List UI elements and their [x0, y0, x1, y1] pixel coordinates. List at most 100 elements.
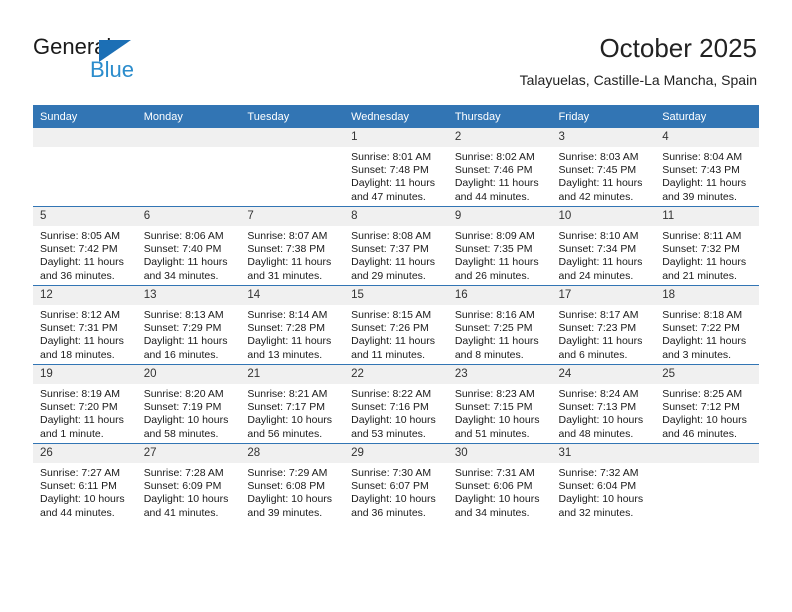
sunrise-text: Sunrise: 8:07 AM — [247, 230, 328, 242]
day-number: 29 — [344, 444, 448, 463]
calendar-day-cell[interactable]: 9 Sunrise: 8:09 AM Sunset: 7:35 PM Daylight… — [447, 206, 552, 286]
daylight-text-line2: and 44 minutes. — [454, 190, 530, 203]
calendar-day-cell[interactable]: 12 Sunrise: 8:12 AM Sunset: 7:31 PM Dayligh… — [33, 285, 137, 365]
daylight-text-line2: and 34 minutes. — [143, 269, 219, 282]
day-number: 1 — [344, 128, 448, 147]
weekday-header-thursday: Thursday — [447, 105, 552, 128]
sunrise-text: Sunrise: 8:02 AM — [454, 151, 535, 163]
sunrise-text: Sunrise: 8:15 AM — [351, 309, 432, 321]
calendar-day-cell[interactable]: 3 Sunrise: 8:03 AM Sunset: 7:45 PM Daylight… — [551, 128, 656, 207]
calendar-day-cell[interactable]: 8 Sunrise: 8:08 AM Sunset: 7:37 PM Daylight… — [344, 206, 448, 286]
calendar-day-cell[interactable]: 26 Sunrise: 7:27 AM Sunset: 6:11 PM Dayligh… — [33, 443, 137, 522]
calendar-day-cell[interactable]: 6 Sunrise: 8:06 AM Sunset: 7:40 PM Daylight… — [136, 206, 241, 286]
calendar-day-cell[interactable]: 29 Sunrise: 7:30 AM Sunset: 6:07 PM Dayligh… — [344, 443, 448, 522]
daylight-text-line1: Daylight: 11 hours — [558, 256, 643, 269]
calendar-day-cell[interactable]: 14 Sunrise: 8:14 AM Sunset: 7:28 PM Dayligh… — [240, 285, 345, 365]
day-number: 26 — [33, 444, 137, 463]
day-number: 20 — [136, 365, 241, 384]
calendar-day-cell[interactable]: 27 Sunrise: 7:28 AM Sunset: 6:09 PM Dayligh… — [136, 443, 241, 522]
daylight-text-line2: and 39 minutes. — [662, 190, 737, 203]
calendar-week-row: 12 Sunrise: 8:12 AM Sunset: 7:31 PM Dayligh… — [33, 285, 759, 365]
day-details: Sunrise: 8:20 AM Sunset: 7:19 PM Daylight:… — [137, 384, 241, 441]
day-number: 8 — [344, 207, 448, 226]
calendar-day-cell-empty — [240, 128, 345, 207]
day-number: 24 — [551, 365, 656, 384]
day-details: Sunrise: 8:24 AM Sunset: 7:13 PM Daylight:… — [552, 384, 656, 441]
daylight-text-line1: Daylight: 10 hours — [247, 414, 333, 427]
daylight-text-line1: Daylight: 10 hours — [247, 493, 333, 506]
daylight-text-line2: and 32 minutes. — [558, 506, 634, 519]
day-number: 10 — [551, 207, 656, 226]
day-number: 3 — [551, 128, 656, 147]
day-details: Sunrise: 8:08 AM Sunset: 7:37 PM Daylight:… — [344, 226, 448, 283]
day-number — [655, 444, 759, 463]
day-number: 4 — [655, 128, 759, 147]
daylight-text-line1: Daylight: 10 hours — [351, 493, 436, 506]
calendar-day-cell[interactable]: 15 Sunrise: 8:15 AM Sunset: 7:26 PM Dayligh… — [344, 285, 448, 365]
calendar-day-cell[interactable]: 25 Sunrise: 8:25 AM Sunset: 7:12 PM Dayligh… — [655, 364, 759, 444]
day-details: Sunrise: 7:29 AM Sunset: 6:08 PM Daylight:… — [240, 463, 344, 520]
daylight-text-line2: and 56 minutes. — [247, 427, 323, 440]
day-number — [240, 128, 345, 147]
day-number — [33, 128, 137, 147]
sunset-text: Sunset: 7:35 PM — [454, 243, 533, 256]
calendar-day-cell[interactable]: 18 Sunrise: 8:18 AM Sunset: 7:22 PM Dayligh… — [655, 285, 759, 365]
calendar-day-cell[interactable]: 16 Sunrise: 8:16 AM Sunset: 7:25 PM Dayligh… — [447, 285, 552, 365]
day-number: 2 — [447, 128, 552, 147]
calendar-day-cell[interactable]: 7 Sunrise: 8:07 AM Sunset: 7:38 PM Daylight… — [240, 206, 345, 286]
sunrise-text: Sunrise: 8:10 AM — [558, 230, 639, 242]
calendar-day-cell[interactable]: 22 Sunrise: 8:22 AM Sunset: 7:16 PM Dayligh… — [344, 364, 448, 444]
day-details: Sunrise: 8:22 AM Sunset: 7:16 PM Daylight:… — [344, 384, 448, 441]
weekday-header-monday: Monday — [136, 105, 241, 128]
daylight-text-line2: and 24 minutes. — [558, 269, 634, 282]
calendar-day-cell[interactable]: 24 Sunrise: 8:24 AM Sunset: 7:13 PM Dayligh… — [551, 364, 656, 444]
calendar-week-row: 26 Sunrise: 7:27 AM Sunset: 6:11 PM Dayligh… — [33, 443, 759, 522]
calendar-day-cell[interactable]: 2 Sunrise: 8:02 AM Sunset: 7:46 PM Daylight… — [447, 128, 552, 207]
calendar-day-cell[interactable]: 5 Sunrise: 8:05 AM Sunset: 7:42 PM Daylight… — [33, 206, 137, 286]
sunset-text: Sunset: 7:22 PM — [662, 322, 740, 335]
weekday-header-saturday: Saturday — [655, 105, 759, 128]
calendar-day-cell[interactable]: 4 Sunrise: 8:04 AM Sunset: 7:43 PM Daylight… — [655, 128, 759, 207]
calendar-day-cell[interactable]: 10 Sunrise: 8:10 AM Sunset: 7:34 PM Dayligh… — [551, 206, 656, 286]
sunrise-text: Sunrise: 8:23 AM — [454, 388, 535, 400]
day-details: Sunrise: 8:19 AM Sunset: 7:20 PM Daylight:… — [33, 384, 137, 441]
calendar-day-cell-empty — [33, 128, 137, 207]
day-details: Sunrise: 8:09 AM Sunset: 7:35 PM Daylight:… — [448, 226, 552, 283]
calendar-day-cell[interactable]: 11 Sunrise: 8:11 AM Sunset: 7:32 PM Dayligh… — [655, 206, 759, 286]
page-title: October 2025 — [599, 33, 757, 63]
daylight-text-line2: and 11 minutes. — [351, 348, 426, 361]
day-number — [136, 128, 241, 147]
sunrise-text: Sunrise: 7:31 AM — [454, 467, 535, 479]
daylight-text-line1: Daylight: 11 hours — [40, 335, 124, 348]
sunset-text: Sunset: 6:08 PM — [247, 480, 326, 493]
sunrise-text: Sunrise: 8:01 AM — [351, 151, 432, 163]
calendar-day-cell[interactable]: 13 Sunrise: 8:13 AM Sunset: 7:29 PM Dayligh… — [136, 285, 241, 365]
daylight-text-line2: and 3 minutes. — [662, 348, 732, 361]
day-details: Sunrise: 8:02 AM Sunset: 7:46 PM Daylight:… — [448, 147, 552, 204]
day-details: Sunrise: 8:03 AM Sunset: 7:45 PM Daylight:… — [552, 147, 656, 204]
daylight-text-line1: Daylight: 11 hours — [40, 414, 124, 427]
calendar-day-cell[interactable]: 30 Sunrise: 7:31 AM Sunset: 6:06 PM Dayligh… — [447, 443, 552, 522]
day-number: 11 — [655, 207, 759, 226]
daylight-text-line1: Daylight: 10 hours — [454, 414, 540, 427]
calendar-day-cell[interactable]: 19 Sunrise: 8:19 AM Sunset: 7:20 PM Dayligh… — [33, 364, 137, 444]
daylight-text-line2: and 26 minutes. — [454, 269, 530, 282]
sunrise-text: Sunrise: 7:30 AM — [351, 467, 432, 479]
sunrise-text: Sunrise: 8:24 AM — [558, 388, 639, 400]
sunrise-text: Sunrise: 8:04 AM — [662, 151, 743, 163]
day-details: Sunrise: 7:27 AM Sunset: 6:11 PM Daylight:… — [33, 463, 137, 520]
calendar-day-cell[interactable]: 1 Sunrise: 8:01 AM Sunset: 7:48 PM Daylight… — [344, 128, 448, 207]
day-details: Sunrise: 8:14 AM Sunset: 7:28 PM Daylight:… — [240, 305, 344, 362]
day-number: 27 — [136, 444, 241, 463]
calendar-day-cell[interactable]: 17 Sunrise: 8:17 AM Sunset: 7:23 PM Dayligh… — [551, 285, 656, 365]
sunset-text: Sunset: 7:19 PM — [143, 401, 222, 414]
day-number: 5 — [33, 207, 137, 226]
calendar-day-cell[interactable]: 28 Sunrise: 7:29 AM Sunset: 6:08 PM Dayligh… — [240, 443, 345, 522]
day-number: 28 — [240, 444, 345, 463]
calendar-day-cell[interactable]: 20 Sunrise: 8:20 AM Sunset: 7:19 PM Dayligh… — [136, 364, 241, 444]
calendar-day-cell[interactable]: 21 Sunrise: 8:21 AM Sunset: 7:17 PM Dayligh… — [240, 364, 345, 444]
calendar-day-cell[interactable]: 23 Sunrise: 8:23 AM Sunset: 7:15 PM Dayligh… — [447, 364, 552, 444]
day-details: Sunrise: 8:10 AM Sunset: 7:34 PM Daylight:… — [552, 226, 656, 283]
calendar-day-cell[interactable]: 31 Sunrise: 7:32 AM Sunset: 6:04 PM Dayligh… — [551, 443, 656, 522]
general-blue-logo[interactable]: General Blue — [33, 34, 213, 86]
